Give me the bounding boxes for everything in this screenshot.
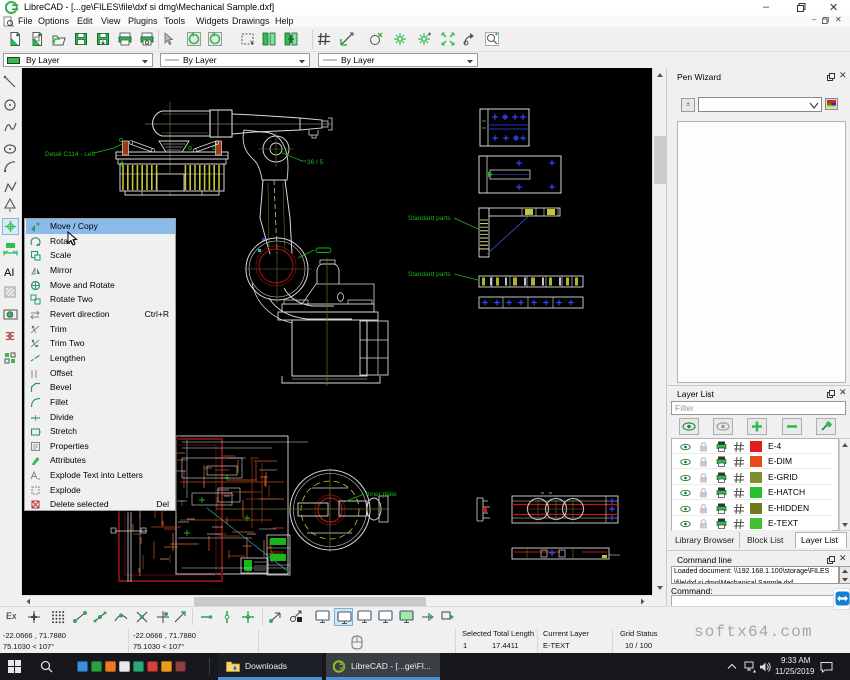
svg-text:36 / 5: 36 / 5 [307, 159, 324, 166]
svg-text:Standard parts: Standard parts [408, 215, 451, 222]
svg-text:AI: AI [4, 267, 14, 279]
svg-text:Standard parts: Standard parts [408, 271, 451, 278]
svg-text:Inner plate: Inner plate [366, 491, 397, 498]
svg-text:Detail C114 - Left: Detail C114 - Left [45, 151, 95, 158]
